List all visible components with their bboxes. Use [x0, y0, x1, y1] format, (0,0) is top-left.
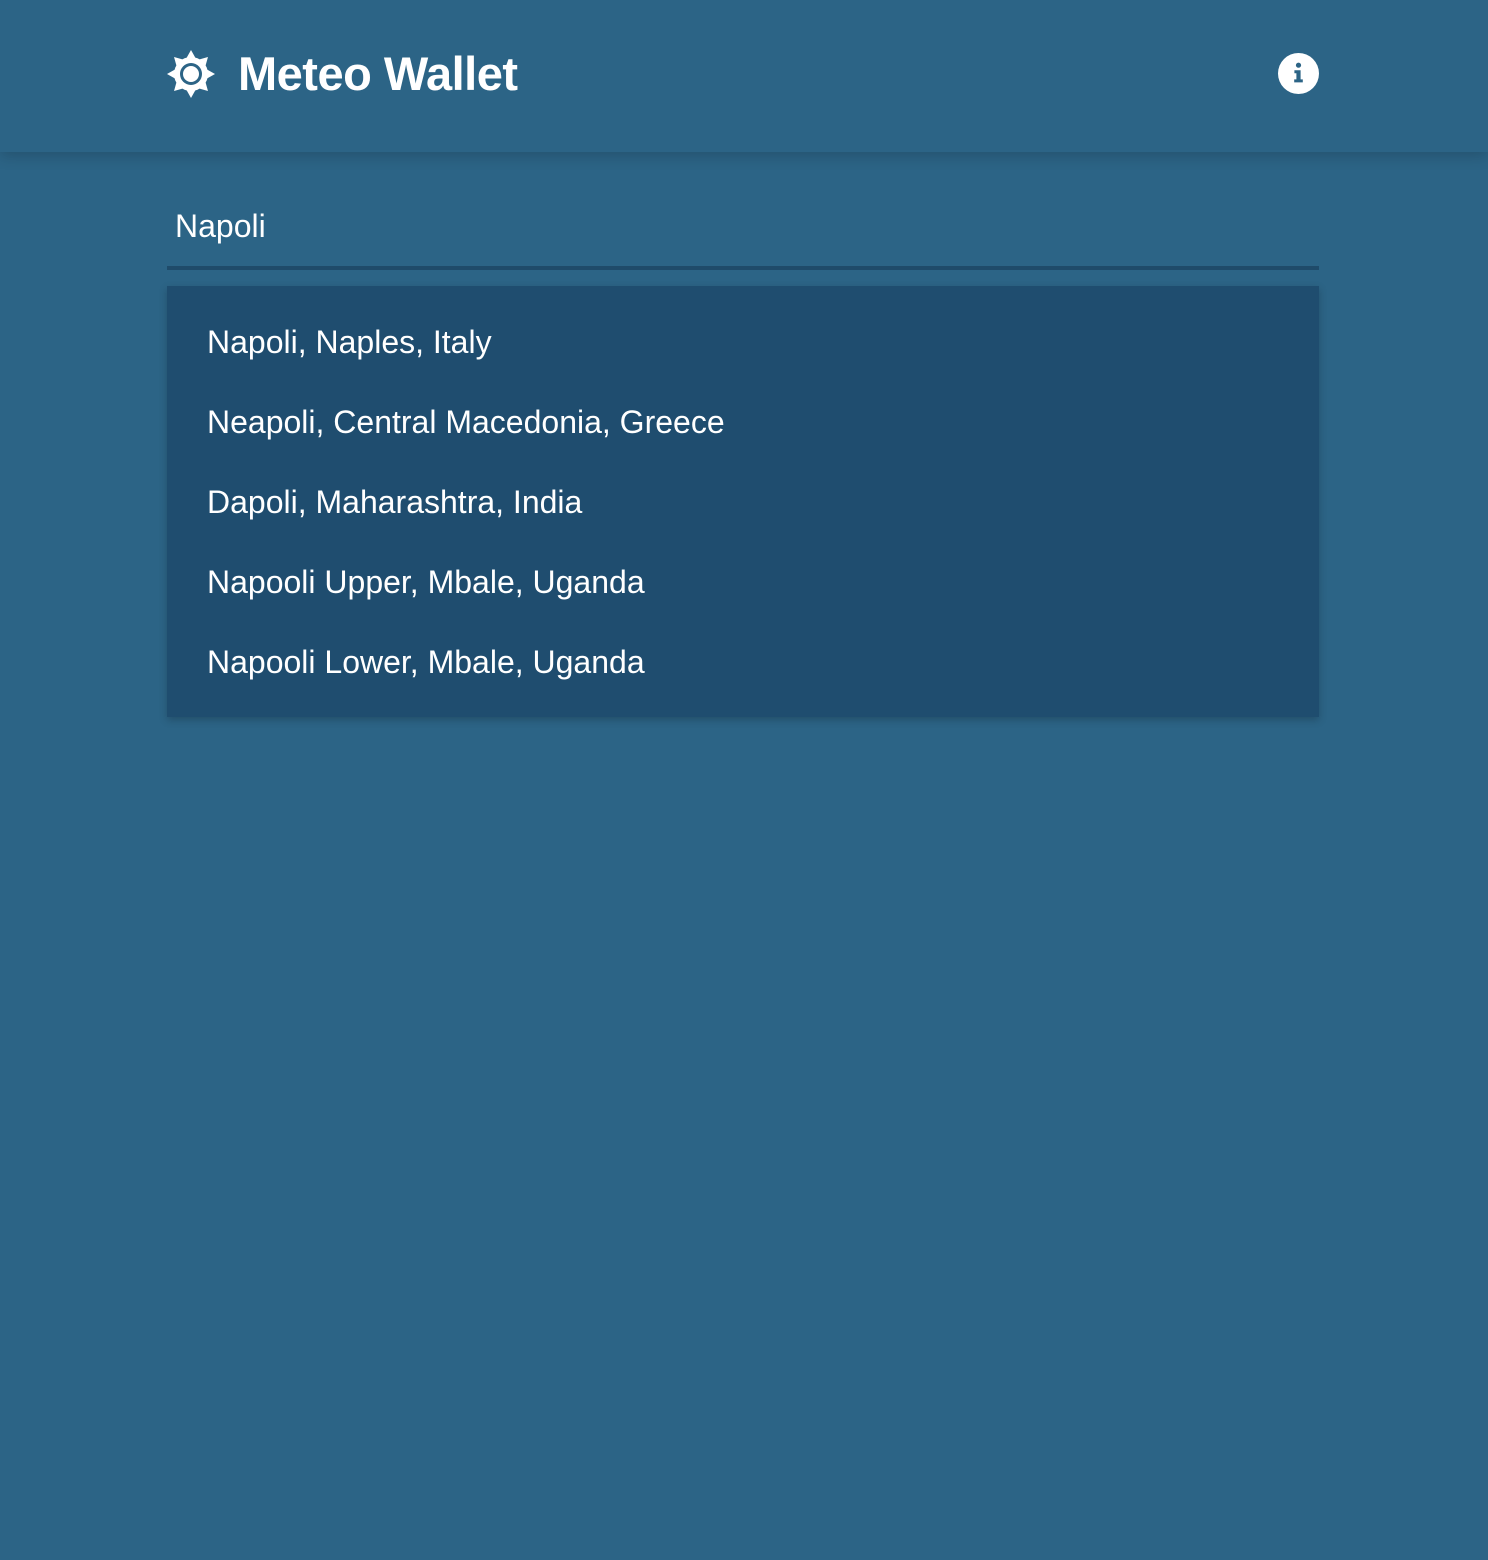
suggestion-item[interactable]: Neapoli, Central Macedonia, Greece	[167, 382, 1319, 462]
suggestions-list: Napoli, Naples, Italy Neapoli, Central M…	[167, 286, 1319, 717]
app-title: Meteo Wallet	[238, 47, 518, 100]
app-header: Meteo Wallet	[0, 0, 1488, 152]
brand: Meteo Wallet	[166, 44, 518, 104]
sun-icon	[167, 50, 215, 98]
info-icon	[1294, 62, 1303, 83]
search-input[interactable]	[167, 186, 1319, 266]
suggestion-item[interactable]: Napooli Lower, Mbale, Uganda	[167, 622, 1319, 702]
search-underline	[167, 266, 1319, 270]
suggestion-item[interactable]: Napooli Upper, Mbale, Uganda	[167, 542, 1319, 622]
search-field	[167, 186, 1319, 270]
suggestion-item[interactable]: Dapoli, Maharashtra, India	[167, 462, 1319, 542]
info-button[interactable]	[1278, 53, 1319, 94]
suggestion-item[interactable]: Napoli, Naples, Italy	[167, 302, 1319, 382]
